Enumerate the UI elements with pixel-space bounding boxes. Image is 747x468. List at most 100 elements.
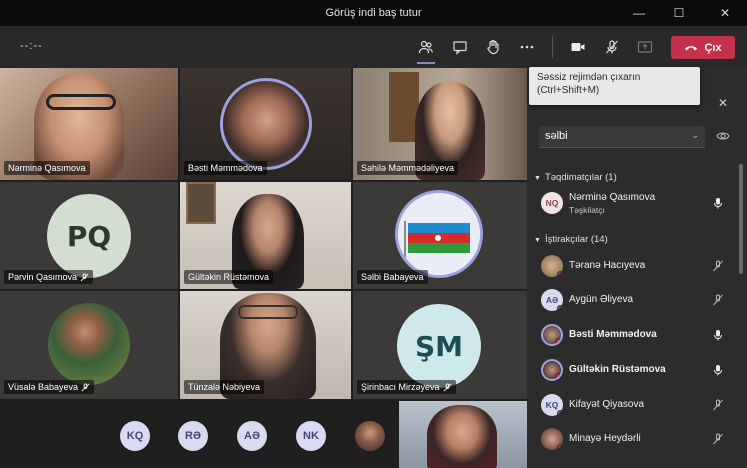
tile-name-label: Səhilə Məmmədəliyeva [357, 161, 459, 175]
mic-off-icon [606, 40, 618, 54]
video-tile-2[interactable]: Bəsti Məmmədova [180, 68, 351, 180]
panel-scrollbar[interactable] [739, 164, 743, 274]
collapse-caret-icon: ▼ [534, 237, 541, 244]
participant-name: Təranə Hacıyeva [569, 260, 646, 271]
participant-row[interactable]: Təranə Hacıyeva [527, 252, 737, 282]
participant-row[interactable]: Gültəkin Rüstəmova [527, 356, 737, 386]
participant-avatar[interactable]: NK [296, 421, 326, 451]
close-panel-icon[interactable]: ✕ [718, 96, 732, 110]
tile-name-label: Vüsalə Babayeva [4, 380, 95, 394]
video-tile-3[interactable]: Səhilə Məmmədəliyeva [353, 68, 527, 180]
participant-avatar: AƏ [541, 289, 563, 311]
phone-hangup-icon [685, 45, 698, 50]
self-video-person [427, 405, 497, 468]
video-tile-5[interactable]: Gültəkin Rüstəmova [180, 182, 351, 289]
glasses-shape [238, 305, 298, 319]
video-tile-7[interactable]: Vüsalə Babayeva [0, 291, 178, 399]
leave-label: Çıx [704, 41, 722, 54]
title-bar: Görüş indi baş tutur — ☐ ✕ [0, 0, 747, 26]
participant-photo-avatar [541, 255, 563, 277]
camera-icon [571, 43, 585, 51]
participant-avatar[interactable]: RƏ [178, 421, 208, 451]
attendees-section-header[interactable]: ▼ İştirakçılar (14) [534, 234, 608, 245]
tile-name-label: Nərminə Qasımova [4, 161, 90, 175]
participant-photo-avatar [48, 303, 130, 385]
video-tile-1[interactable]: Nərminə Qasımova [0, 68, 178, 180]
participant-photo-avatar [541, 359, 563, 381]
participant-avatar: KQ [541, 394, 563, 416]
participant-initials-avatar: PQ [47, 194, 131, 278]
azerbaijan-flag-picture [398, 193, 480, 275]
mic-off-icon [713, 433, 723, 445]
participant-photo-avatar [541, 428, 563, 450]
participant-row[interactable]: Minayə Heydərli [527, 425, 737, 455]
status-dot [555, 338, 561, 344]
self-video-preview[interactable] [399, 401, 527, 468]
share-invite-icon[interactable] [715, 128, 731, 144]
maximize-button[interactable]: ☐ [660, 0, 698, 26]
tile-name-label: Gültəkin Rüstəmova [184, 270, 274, 284]
tile-name-label: Bəsti Məmmədova [184, 161, 267, 175]
participant-name: Minayə Heydərli [569, 433, 641, 444]
participant-photo-avatar[interactable] [355, 421, 385, 451]
leave-meeting-button[interactable]: Çıx [671, 36, 735, 59]
share-screen-button[interactable] [633, 35, 657, 59]
close-window-button[interactable]: ✕ [706, 0, 744, 26]
participant-name: Nərminə Qasımova [569, 192, 656, 203]
video-tile-8[interactable]: Tünzalə Nəbiyeva [180, 291, 351, 399]
meeting-toolbar: --:-- Çıx [0, 26, 747, 68]
video-tile-6[interactable]: Səlbi Babayeva [353, 182, 527, 289]
participant-initials-avatar: ŞM [397, 304, 481, 388]
participant-name: Kifayət Qiyasova [569, 399, 645, 410]
mic-icon [714, 365, 722, 376]
participant-role: Təşkilatçı [569, 205, 605, 215]
participants-panel: ✕ səlbi ⌄ ▼ Təqdimatçılar (1) NQ Nərminə … [527, 68, 747, 468]
participant-row[interactable]: AƏ Aygün Əliyeva [527, 286, 737, 316]
participant-avatar[interactable]: KQ [120, 421, 150, 451]
search-value: səlbi [545, 130, 568, 142]
participant-avatar[interactable]: AƏ [237, 421, 267, 451]
raise-hand-button[interactable] [481, 35, 505, 59]
people-icon [418, 40, 433, 54]
tile-name-label: Pərvin Qasımova [4, 270, 94, 284]
video-tile-9[interactable]: ŞM Şirinbacı Mirzəyeva [353, 291, 527, 399]
flag-avatar [395, 190, 483, 278]
toolbar-divider [552, 36, 553, 58]
participant-row[interactable]: Bəsti Məmmədova [527, 321, 737, 351]
portrait-frame [186, 182, 216, 224]
participant-photo-avatar [541, 324, 563, 346]
status-dot [557, 410, 563, 416]
participant-name: Bəsti Məmmədova [569, 329, 657, 340]
participant-row-presenter[interactable]: NQ Nərminə Qasımova Təşkilatçı [527, 189, 737, 219]
minimize-button[interactable]: — [620, 0, 658, 26]
collapse-caret-icon: ▼ [534, 175, 541, 182]
more-actions-button[interactable] [515, 35, 539, 59]
tile-name-label: Şirinbacı Mirzəyeva [357, 380, 456, 394]
status-dot [557, 444, 563, 450]
tooltip-line-1: Səssiz rejimdən çıxarın [537, 72, 641, 83]
status-dot [557, 271, 563, 277]
mic-icon [714, 330, 722, 341]
glasses-shape [46, 94, 116, 110]
video-tile-4[interactable]: PQ Pərvin Qasımova [0, 182, 178, 289]
participant-name: Aygün Əliyeva [569, 294, 634, 305]
participant-name: Gültəkin Rüstəmova [569, 364, 666, 375]
camera-button[interactable] [566, 35, 590, 59]
more-icon [520, 45, 534, 49]
presenters-section-header[interactable]: ▼ Təqdimatçılar (1) [534, 172, 617, 183]
overflow-participants-strip: KQ RƏ AƏ NK [0, 401, 527, 468]
unmute-microphone-button[interactable] [600, 35, 624, 59]
participants-button[interactable] [414, 35, 438, 64]
speaking-avatar-ring [220, 78, 312, 170]
mic-off-icon [80, 272, 89, 281]
participant-row[interactable]: KQ Kifayət Qiyasova [527, 391, 737, 421]
participant-search-input[interactable]: səlbi ⌄ [539, 126, 705, 148]
meeting-timer: --:-- [20, 40, 43, 52]
mic-off-icon [713, 399, 723, 411]
mic-off-icon [443, 382, 451, 391]
window-title: Görüş indi baş tutur [325, 7, 422, 19]
mic-off-icon [713, 294, 723, 306]
hand-icon [487, 39, 499, 55]
mic-off-icon [713, 260, 723, 272]
chat-button[interactable] [448, 35, 472, 59]
